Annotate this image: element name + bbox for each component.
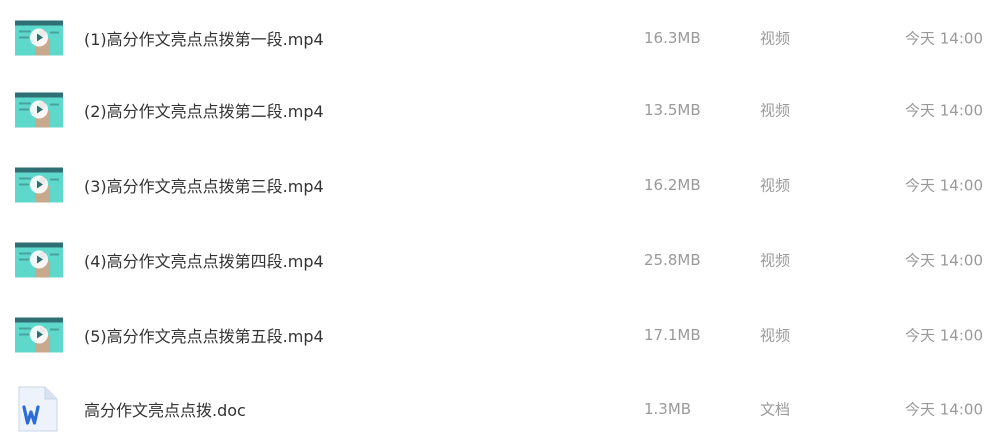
file-modified-time: 今天 14:00	[905, 101, 983, 119]
file-size: 17.1MB	[644, 325, 701, 344]
file-row[interactable]: (1)高分作文亮点点拨第一段.mp4 16.3MB 视频 今天 14:00	[0, 0, 995, 75]
file-name[interactable]: 高分作文亮点点拨.doc	[84, 397, 246, 421]
play-icon	[30, 325, 48, 343]
file-name[interactable]: (2)高分作文亮点点拨第二段.mp4	[84, 98, 324, 122]
file-type: 视频	[760, 176, 791, 194]
play-icon	[30, 100, 48, 118]
video-thumbnail[interactable]	[15, 167, 63, 202]
file-type: 视频	[760, 251, 791, 269]
file-modified-time: 今天 14:00	[905, 29, 983, 47]
file-modified-time: 今天 14:00	[905, 251, 983, 269]
file-name[interactable]: (5)高分作文亮点点拨第五段.mp4	[84, 323, 324, 347]
file-type: 文档	[760, 400, 791, 418]
file-name[interactable]: (4)高分作文亮点点拨第四段.mp4	[84, 248, 324, 272]
file-size: 13.5MB	[644, 100, 701, 119]
file-size: 16.2MB	[644, 175, 701, 194]
file-size: 1.3MB	[644, 399, 692, 418]
video-thumbnail[interactable]	[15, 20, 63, 55]
file-row[interactable]: (4)高分作文亮点点拨第四段.mp4 25.8MB 视频 今天 14:00	[0, 222, 995, 297]
file-modified-time: 今天 14:00	[905, 400, 983, 418]
file-size: 16.3MB	[644, 28, 701, 47]
file-name[interactable]: (1)高分作文亮点点拨第一段.mp4	[84, 26, 324, 50]
file-row[interactable]: 高分作文亮点点拨.doc 1.3MB 文档 今天 14:00	[0, 371, 995, 446]
file-row[interactable]: (2)高分作文亮点点拨第二段.mp4 13.5MB 视频 今天 14:00	[0, 72, 995, 147]
file-type: 视频	[760, 29, 791, 47]
file-modified-time: 今天 14:00	[905, 176, 983, 194]
video-thumbnail[interactable]	[15, 317, 63, 352]
file-modified-time: 今天 14:00	[905, 326, 983, 344]
file-row[interactable]: (5)高分作文亮点点拨第五段.mp4 17.1MB 视频 今天 14:00	[0, 297, 995, 372]
play-icon	[30, 250, 48, 268]
file-type: 视频	[760, 101, 791, 119]
play-icon	[30, 175, 48, 193]
video-thumbnail[interactable]	[15, 242, 63, 277]
video-thumbnail[interactable]	[15, 92, 63, 127]
file-size: 25.8MB	[644, 250, 701, 269]
word-document-icon[interactable]	[18, 386, 58, 432]
file-type: 视频	[760, 326, 791, 344]
file-name[interactable]: (3)高分作文亮点点拨第三段.mp4	[84, 173, 324, 197]
file-list: (1)高分作文亮点点拨第一段.mp4 16.3MB 视频 今天 14:00 (2…	[0, 0, 995, 446]
play-icon	[30, 28, 48, 46]
file-row[interactable]: (3)高分作文亮点点拨第三段.mp4 16.2MB 视频 今天 14:00	[0, 147, 995, 222]
